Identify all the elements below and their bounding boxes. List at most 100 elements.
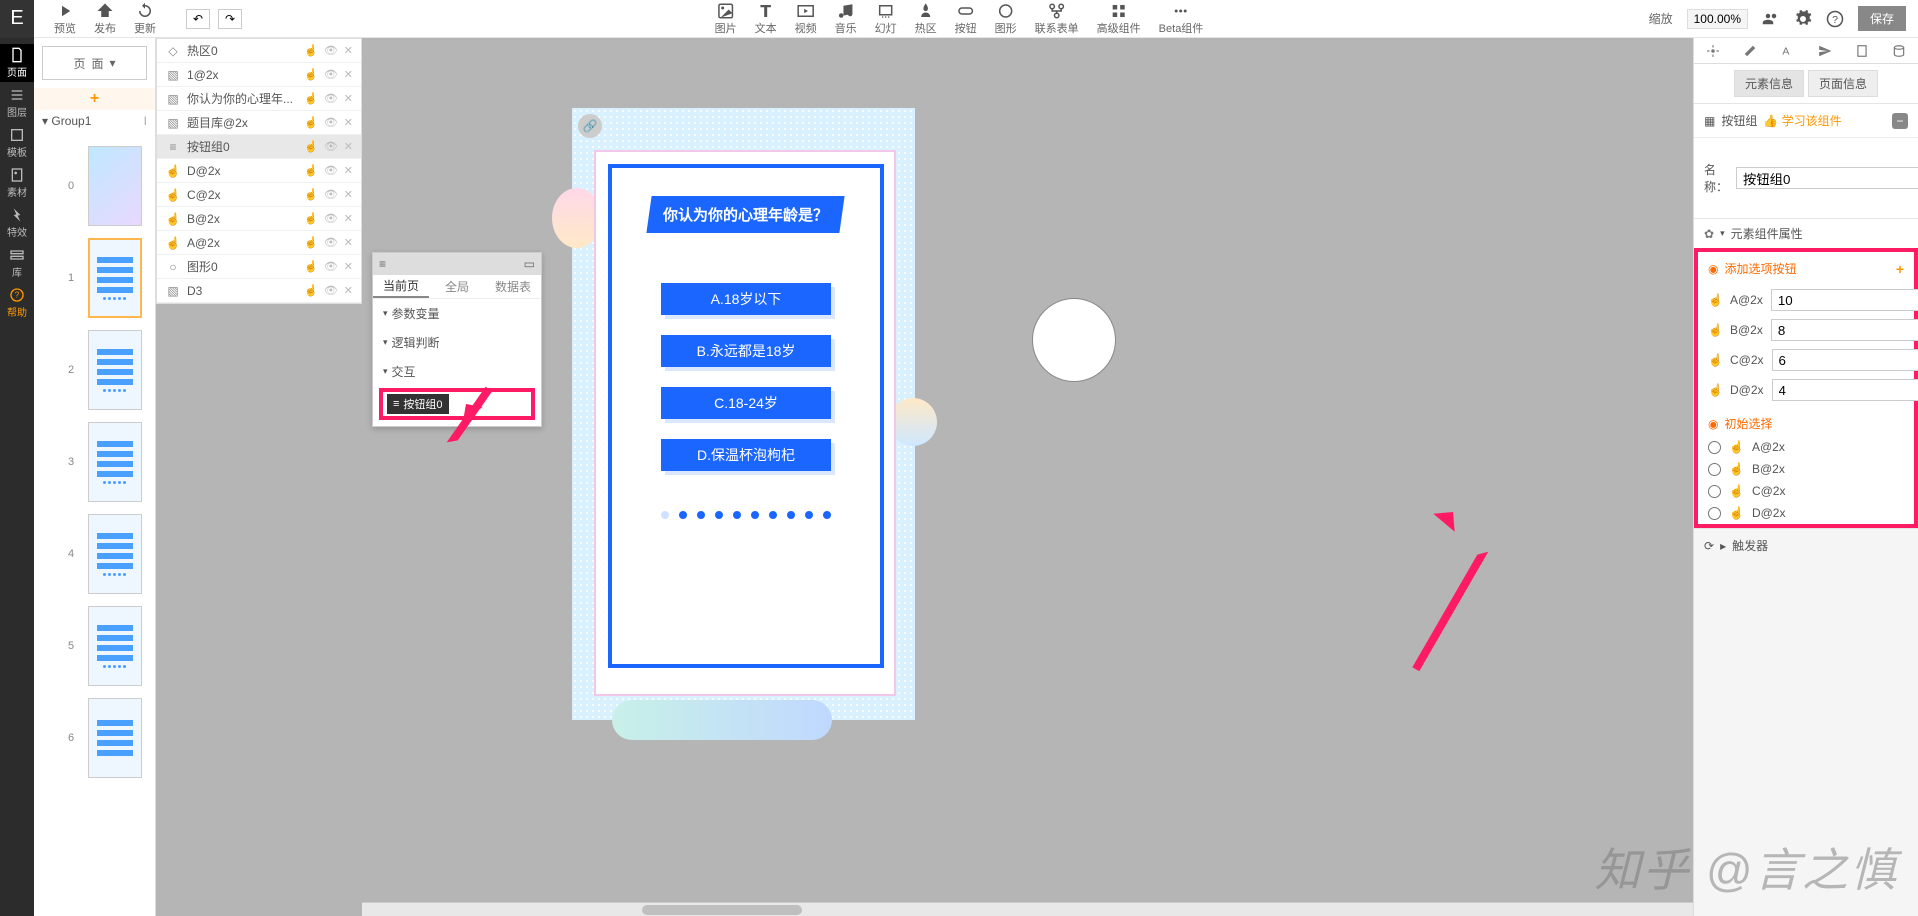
section-interaction[interactable]: ▾交互 [373,357,541,386]
eye-icon[interactable]: 👁 [324,284,338,297]
section-props[interactable]: ✿▾元素组件属性 [1694,218,1918,248]
hand-icon[interactable]: ☝ [304,284,318,297]
users-icon[interactable] [1762,10,1780,28]
insert-form[interactable]: 联系表单 [1035,2,1079,36]
hand-icon[interactable]: ☝ [304,68,318,81]
rp-tab-db[interactable] [1881,38,1918,63]
section-logic[interactable]: ▾逻辑判断 [373,328,541,357]
leftbar-help[interactable]: ?帮助 [0,284,34,322]
layer-row[interactable]: ▧题目库@2x☝👁✕ [157,111,361,135]
layer-row[interactable]: ◇热区0☝👁✕ [157,39,361,63]
layer-row[interactable]: ○图形0☝👁✕ [157,255,361,279]
layer-row[interactable]: ▧D3☝👁✕ [157,279,361,303]
layer-row[interactable]: ☝A@2x☝👁✕ [157,231,361,255]
insert-shape[interactable]: 图形 [995,2,1017,36]
leftbar-effects[interactable]: 特效 [0,204,34,242]
option-a[interactable]: A.18岁以下 [661,283,831,315]
insert-image[interactable]: 图片 [715,2,737,36]
rp-tab-send[interactable] [1806,38,1843,63]
name-input[interactable] [1736,167,1918,189]
redo-button[interactable]: ↷ [218,9,242,29]
gear-icon[interactable] [1794,10,1812,28]
layer-row[interactable]: ☝C@2x☝👁✕ [157,183,361,207]
eye-icon[interactable]: 👁 [324,92,338,105]
hand-icon[interactable]: ☝ [304,116,318,129]
close-icon[interactable]: ✕ [344,284,353,297]
publish-button[interactable]: 发布 [94,2,116,36]
page-thumb-4[interactable] [88,514,142,594]
close-icon[interactable]: ✕ [344,116,353,129]
link-icon[interactable]: 🔗 [578,114,602,138]
subtab-page[interactable]: 页面信息 [1808,70,1878,97]
init-radio[interactable] [1708,441,1721,454]
hand-icon[interactable]: ☝ [304,236,318,249]
button-group-pill[interactable]: ≡ 按钮组0 [387,394,449,414]
minimize-icon[interactable]: ▭ [524,257,535,271]
page-thumb-1[interactable] [88,238,142,318]
preview-button[interactable]: 预览 [54,2,76,36]
option-value-input[interactable] [1771,319,1918,341]
tab-current-page[interactable]: 当前页 [373,275,429,298]
canvas[interactable]: 🔗 你认为你的心理年龄是？ A.18岁以下 B.永远都是18岁 C.18-24岁… [362,38,1693,916]
option-c[interactable]: C.18-24岁 [661,387,831,419]
group-header[interactable]: ▾ Group1I [34,110,155,132]
eye-icon[interactable]: 👁 [324,188,338,201]
help-icon[interactable]: ? [1826,10,1844,28]
hand-icon[interactable]: ☝ [304,92,318,105]
leftbar-pages[interactable]: 页面 [0,44,34,82]
page-thumb-3[interactable] [88,422,142,502]
undo-button[interactable]: ↶ [186,9,210,29]
collapse-button[interactable]: − [1892,113,1908,129]
rp-tab-settings[interactable] [1694,38,1731,63]
hand-icon[interactable]: ☝ [304,260,318,273]
add-page-button[interactable]: + [34,88,155,110]
learn-link[interactable]: 👍 学习该组件 [1763,112,1841,129]
init-radio[interactable] [1708,507,1721,520]
hand-icon[interactable]: ☝ [304,140,318,153]
insert-text[interactable]: 文本 [755,2,777,36]
insert-video[interactable]: 视频 [795,2,817,36]
leftbar-library[interactable]: 库 [0,244,34,282]
eye-icon[interactable]: 👁 [324,68,338,81]
page-thumb-2[interactable] [88,330,142,410]
insert-advanced[interactable]: 高级组件 [1097,2,1141,36]
section-params[interactable]: ▾参数变量 [373,299,541,328]
rp-tab-text[interactable]: A [1769,38,1806,63]
pages-dropdown[interactable]: 页面 ▾ [42,46,147,80]
horizontal-scrollbar[interactable] [362,902,1693,916]
rp-tab-edit[interactable] [1731,38,1768,63]
leftbar-layers[interactable]: 图层 [0,84,34,122]
artboard[interactable]: 🔗 你认为你的心理年龄是？ A.18岁以下 B.永远都是18岁 C.18-24岁… [572,108,915,720]
option-value-input[interactable] [1772,379,1918,401]
leftbar-assets[interactable]: 素材 [0,164,34,202]
layer-row[interactable]: ▧你认为你的心理年...☝👁✕ [157,87,361,111]
page-thumb-0[interactable] [88,146,142,226]
tab-global[interactable]: 全局 [429,275,485,298]
close-icon[interactable]: ✕ [344,260,353,273]
layer-row[interactable]: ☝B@2x☝👁✕ [157,207,361,231]
close-icon[interactable]: ✕ [344,140,353,153]
subtab-element[interactable]: 元素信息 [1734,70,1804,97]
option-b[interactable]: B.永远都是18岁 [661,335,831,367]
close-icon[interactable]: ✕ [344,92,353,105]
insert-hotzone[interactable]: 热区 [915,2,937,36]
hamburger-icon[interactable]: ≡ [379,257,386,271]
eye-icon[interactable]: 👁 [324,164,338,177]
eye-icon[interactable]: 👁 [324,236,338,249]
close-icon[interactable]: ✕ [344,188,353,201]
option-value-input[interactable] [1771,289,1918,311]
hand-icon[interactable]: ☝ [304,44,318,57]
eye-icon[interactable]: 👁 [324,260,338,273]
eye-icon[interactable]: 👁 [324,116,338,129]
init-radio[interactable] [1708,463,1721,476]
page-thumb-6[interactable] [88,698,142,778]
page-thumb-5[interactable] [88,606,142,686]
close-icon[interactable]: ✕ [344,44,353,57]
eye-icon[interactable]: 👁 [324,44,338,57]
insert-music[interactable]: 音乐 [835,2,857,36]
zoom-value[interactable]: 100.00% [1687,9,1748,29]
brand-logo[interactable]: E [0,0,34,38]
layer-row[interactable]: ☝D@2x☝👁✕ [157,159,361,183]
update-button[interactable]: 更新 [134,2,156,36]
close-icon[interactable]: ✕ [344,236,353,249]
